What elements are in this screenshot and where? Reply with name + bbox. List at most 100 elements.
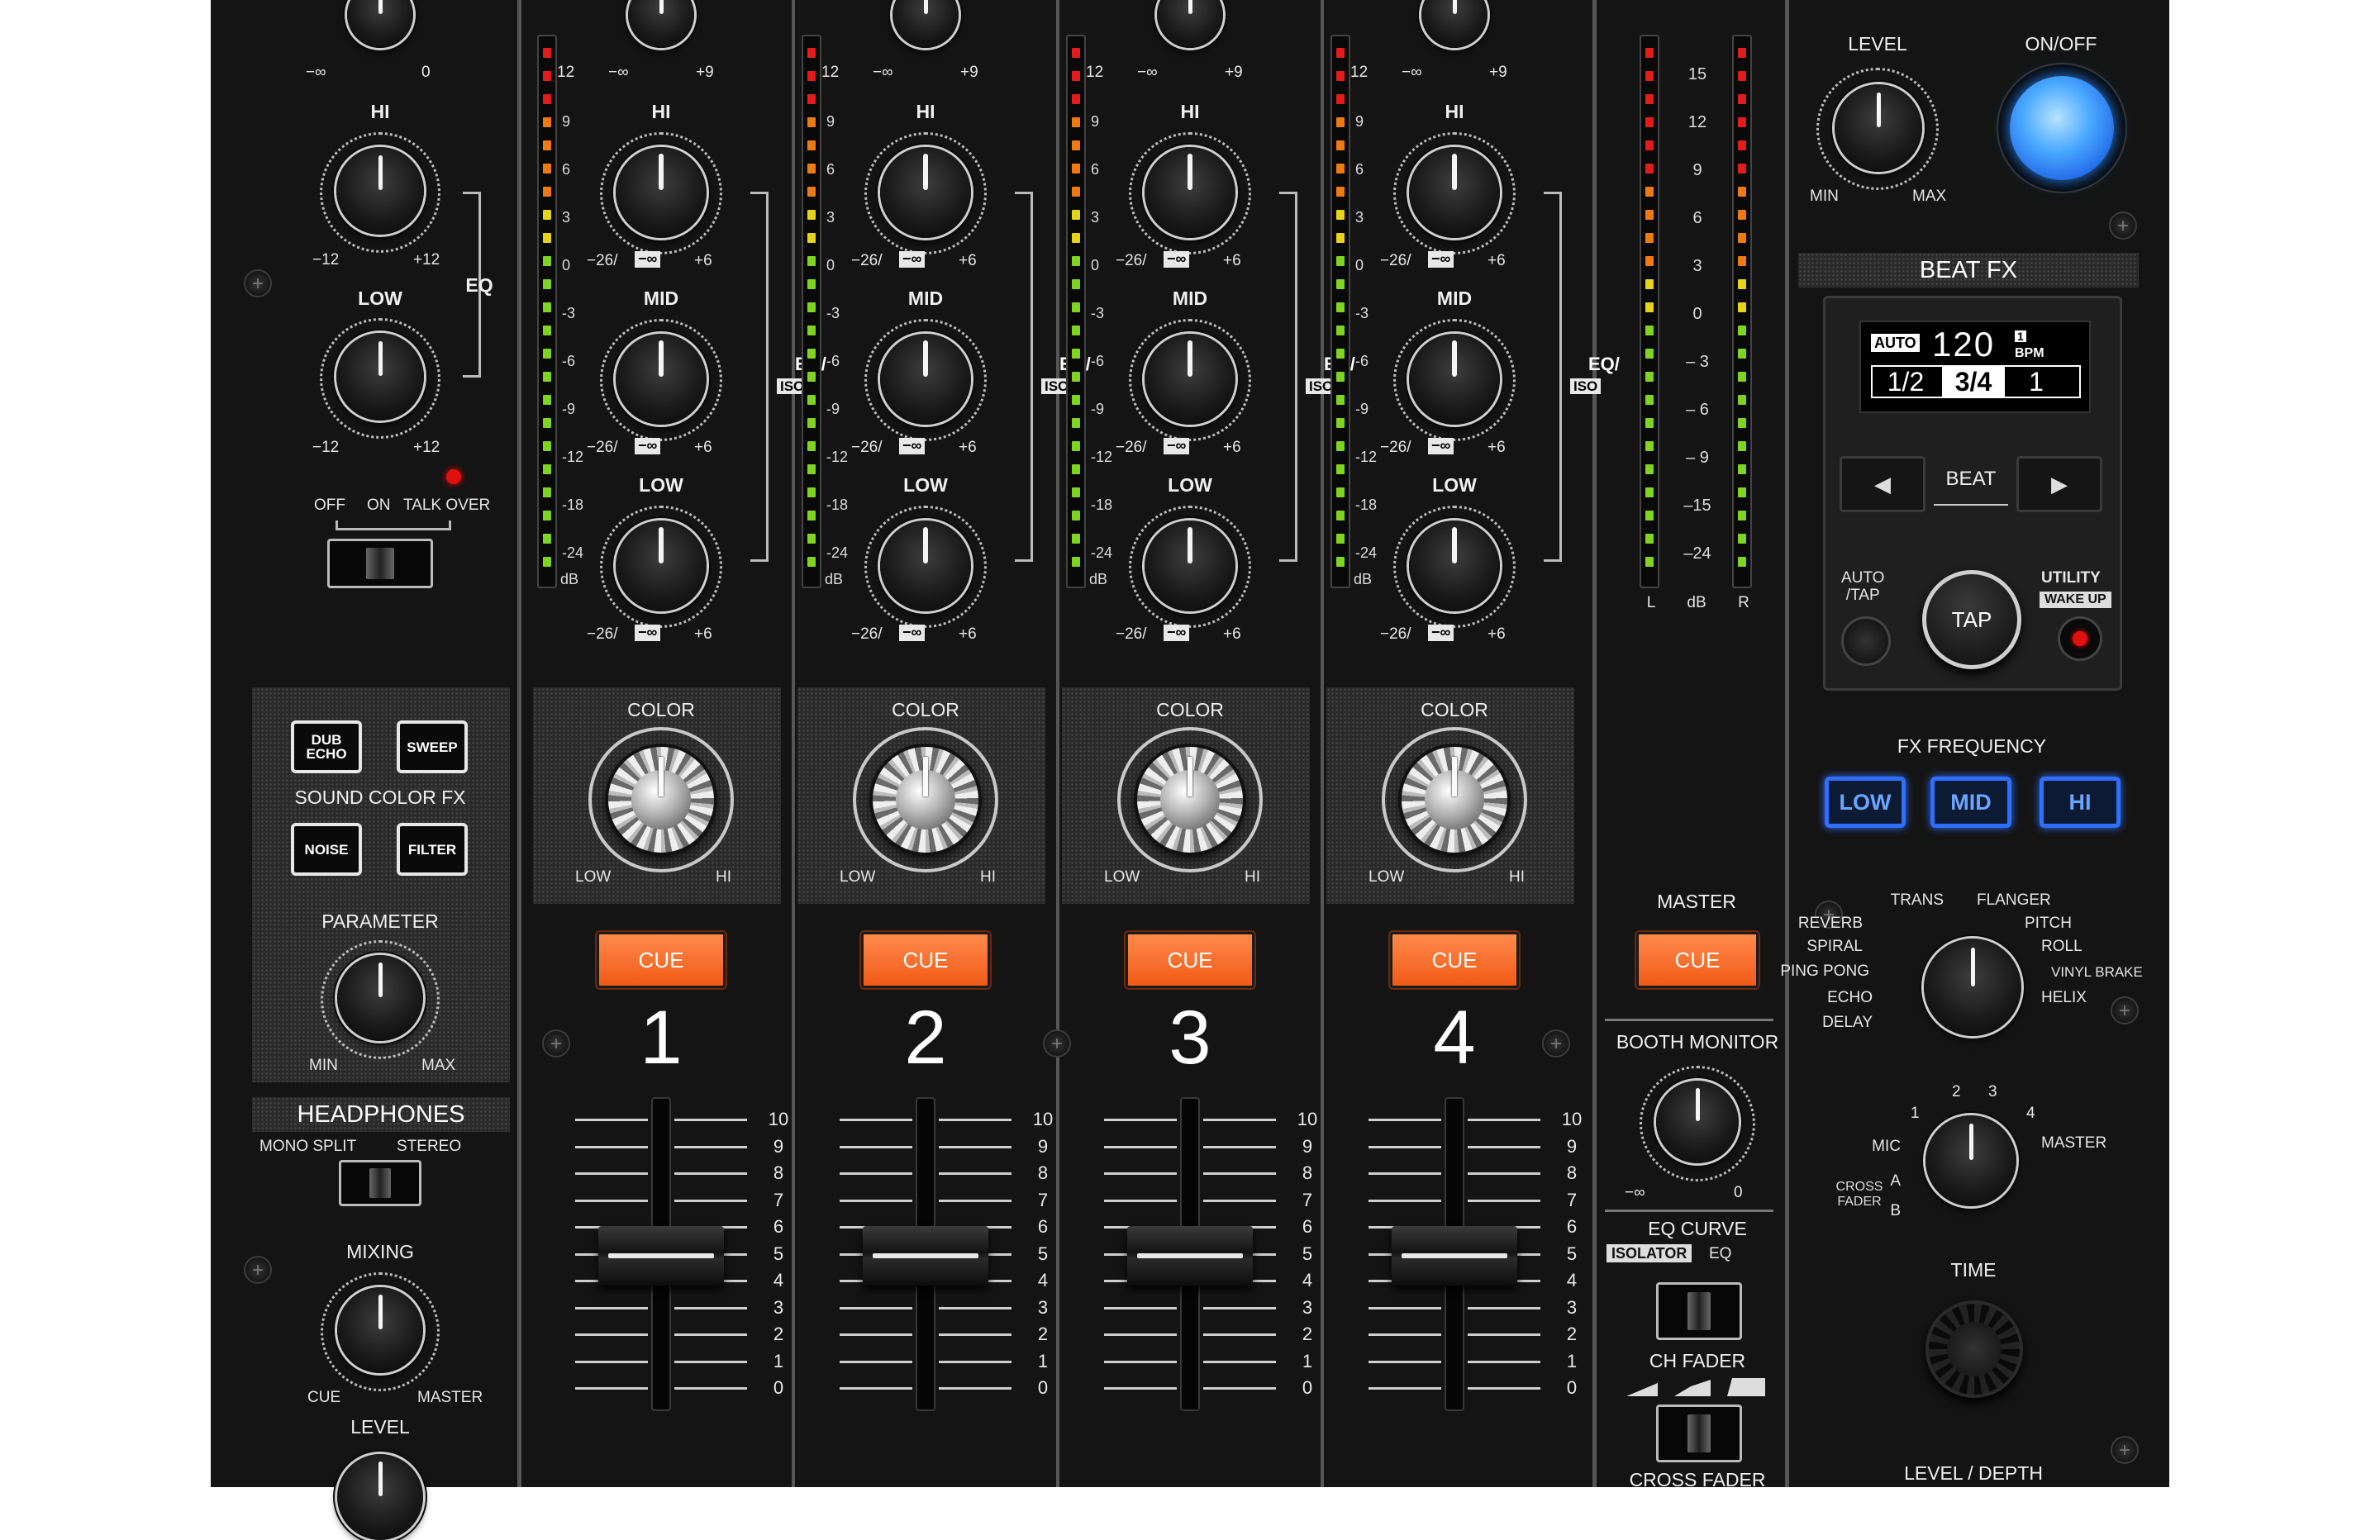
fader-tick bbox=[840, 1360, 912, 1363]
meter-scale-label: 0 bbox=[562, 257, 571, 273]
trim-knob[interactable] bbox=[1421, 0, 1488, 48]
master-meter-scale-label: –24 bbox=[1683, 544, 1711, 563]
eq-hi-label: HI bbox=[1445, 101, 1464, 122]
meter-scale-label: -18 bbox=[1091, 497, 1113, 513]
eq-low-knob[interactable] bbox=[616, 520, 707, 611]
eq-mid-min: −26/ bbox=[587, 439, 618, 456]
eq-curve-switch[interactable] bbox=[1656, 1282, 1742, 1340]
tap-button[interactable]: TAP bbox=[1922, 570, 2021, 669]
noise-button[interactable]: NOISE bbox=[291, 823, 362, 876]
color-knob[interactable] bbox=[1137, 747, 1243, 853]
trim-max-label: +9 bbox=[960, 64, 978, 81]
channel-fader[interactable] bbox=[1127, 1226, 1253, 1286]
trim-knob[interactable] bbox=[628, 0, 694, 48]
eq-mid-knob[interactable] bbox=[1145, 334, 1235, 425]
beat-fx-level-knob[interactable] bbox=[1835, 84, 1922, 172]
mono-stereo-switch[interactable] bbox=[339, 1160, 421, 1206]
channel-fader[interactable] bbox=[863, 1226, 988, 1286]
fader-tick bbox=[674, 1360, 747, 1363]
meter-segment bbox=[1738, 464, 1746, 474]
fader-scale-label: 10 bbox=[768, 1109, 789, 1129]
fader-scale-label: 9 bbox=[1566, 1135, 1578, 1157]
master-meter-scale-label: 15 bbox=[1687, 65, 1707, 83]
sweep-button[interactable]: SWEEP bbox=[397, 720, 468, 773]
eq-hi-knob[interactable] bbox=[1409, 147, 1500, 238]
color-knob[interactable] bbox=[1402, 747, 1507, 853]
beat-right-button[interactable]: ▶ bbox=[2016, 456, 2102, 512]
meter-segment bbox=[807, 279, 816, 289]
meter-scale-label: 3 bbox=[1091, 209, 1100, 226]
filter-button[interactable]: FILTER bbox=[397, 823, 468, 876]
meter-segment bbox=[1336, 534, 1345, 544]
headphones-level-knob[interactable] bbox=[337, 1454, 423, 1540]
meter-segment bbox=[1072, 71, 1080, 81]
beat-fx-header: BEAT FX bbox=[1798, 253, 2139, 288]
trim-knob[interactable] bbox=[1157, 0, 1223, 48]
eq-mid-knob[interactable] bbox=[616, 334, 707, 425]
meter-segment bbox=[1645, 210, 1654, 220]
channel-fader[interactable] bbox=[1392, 1226, 1517, 1286]
fx-frequency-mid-button[interactable]: MID bbox=[1930, 777, 2011, 828]
trim-meter-top-label: 12 bbox=[557, 64, 575, 81]
channel-strip: 12 −∞ +9 9 6 3 0 -3 -6 -9 -12 -18 -24 dB HI −26/−∞ +6 MID… bbox=[529, 0, 826, 1487]
headphones-level-label: LEVEL bbox=[350, 1416, 410, 1438]
fx-frequency-label: FX FREQUENCY bbox=[1897, 735, 2047, 757]
parameter-label: PARAMETER bbox=[321, 910, 439, 932]
channel-cue-button[interactable]: CUE bbox=[1390, 932, 1519, 988]
eq-curve-label: EQ CURVE bbox=[1648, 1218, 1747, 1239]
meter-segment bbox=[1645, 164, 1654, 173]
fader-scale-label: 5 bbox=[1302, 1243, 1313, 1264]
beat-left-button[interactable]: ◀ bbox=[1840, 456, 1925, 512]
fx-ch-number-label: 3 bbox=[1988, 1083, 1997, 1100]
fx-frequency-hi-button[interactable]: HI bbox=[2040, 777, 2121, 828]
meter-segment bbox=[1336, 395, 1345, 405]
channel-fader[interactable] bbox=[598, 1226, 724, 1286]
master-meter-r-label: R bbox=[1738, 594, 1749, 611]
eq-low-knob[interactable] bbox=[1409, 520, 1500, 611]
channel-cue-button[interactable]: CUE bbox=[1126, 932, 1254, 988]
auto-tap-button[interactable] bbox=[1841, 616, 1891, 666]
dub-echo-button[interactable]: DUB ECHO bbox=[291, 720, 362, 773]
mic-min-label: −∞ bbox=[306, 64, 326, 81]
meter-segment bbox=[1072, 94, 1080, 104]
fx-select-knob[interactable] bbox=[1924, 939, 2021, 1036]
parameter-knob[interactable] bbox=[337, 955, 423, 1041]
beat-fx-on-off-button[interactable] bbox=[2010, 76, 2114, 180]
ch-fader-curve-switch[interactable] bbox=[1656, 1405, 1742, 1462]
eq-low-max: +6 bbox=[1488, 625, 1506, 643]
color-label: COLOR bbox=[1421, 699, 1488, 720]
mic-mode-switch[interactable] bbox=[327, 539, 433, 588]
eq-low-knob[interactable] bbox=[1145, 520, 1235, 611]
fader-tick bbox=[1468, 1387, 1540, 1390]
booth-monitor-knob[interactable] bbox=[1656, 1081, 1739, 1163]
channel-level-meter bbox=[802, 35, 821, 588]
meter-scale-label: -24 bbox=[826, 544, 849, 561]
eq-mid-knob[interactable] bbox=[1409, 334, 1500, 425]
mic-low-knob[interactable] bbox=[336, 333, 424, 421]
eq-hi-knob[interactable] bbox=[880, 147, 971, 238]
display-auto-badge: AUTO bbox=[1871, 334, 1920, 352]
master-cue-button[interactable]: CUE bbox=[1636, 932, 1759, 988]
eq-hi-knob[interactable] bbox=[616, 147, 707, 238]
meter-segment bbox=[1072, 210, 1080, 220]
mic-hi-knob[interactable] bbox=[336, 147, 424, 235]
meter-scale-label: -9 bbox=[1091, 401, 1105, 417]
channel-cue-button[interactable]: CUE bbox=[597, 932, 726, 988]
meter-segment bbox=[1336, 140, 1345, 150]
fx-channel-select-knob[interactable] bbox=[1925, 1115, 2016, 1206]
trim-knob[interactable] bbox=[892, 0, 959, 48]
eq-hi-knob[interactable] bbox=[1145, 147, 1235, 238]
mixing-knob[interactable] bbox=[337, 1287, 423, 1373]
channel-cue-button[interactable]: CUE bbox=[861, 932, 990, 988]
meter-segment bbox=[1336, 233, 1345, 243]
meter-segment bbox=[543, 71, 551, 81]
meter-scale-label: 6 bbox=[562, 161, 571, 178]
fx-frequency-low-button[interactable]: LOW bbox=[1825, 777, 1906, 828]
meter-segment bbox=[1738, 164, 1746, 173]
color-knob[interactable] bbox=[608, 747, 714, 853]
color-knob[interactable] bbox=[873, 747, 978, 853]
eq-low-knob[interactable] bbox=[880, 520, 971, 611]
trim-meter-top-label: 12 bbox=[1086, 64, 1104, 81]
fader-tick bbox=[1468, 1306, 1540, 1309]
eq-mid-knob[interactable] bbox=[880, 334, 971, 425]
